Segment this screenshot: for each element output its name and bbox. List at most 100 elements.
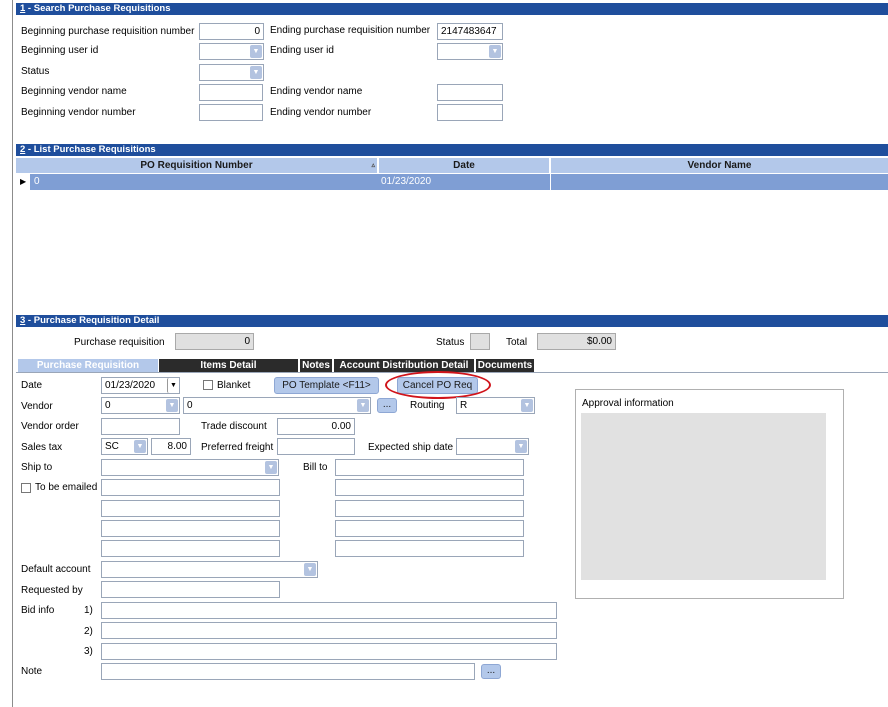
bill-to-line-5[interactable] [335,540,524,557]
preferred-freight-input[interactable] [277,438,355,455]
beginning-vendor-name-label: Beginning vendor name [21,86,127,97]
purchase-requisition-value: 0 [175,333,254,350]
ship-to-select[interactable]: ▼ [101,459,279,476]
blanket-checkbox[interactable] [203,380,213,390]
ending-user-id-select[interactable]: ▼ [437,43,503,60]
note-input[interactable] [101,663,475,680]
beginning-vendor-number-input[interactable] [199,104,263,121]
column-header-req-number[interactable]: PO Requisition Number ▵ [16,158,377,173]
beginning-vendor-name-input[interactable] [199,84,263,101]
requested-by-label: Requested by [21,585,83,596]
bid-info-2-input[interactable] [101,622,557,639]
tab-items-detail[interactable]: Items Detail [159,359,298,372]
bill-to-line-3[interactable] [335,500,524,517]
row-pointer-icon: ▶ [20,177,27,186]
chevron-down-icon[interactable]: ▼ [489,45,501,58]
beginning-req-number-input[interactable]: 0 [199,23,264,40]
expected-ship-date-picker[interactable]: ▼ [456,438,529,455]
vendor-order-input[interactable] [101,418,180,435]
bid-info-1-input[interactable] [101,602,557,619]
beginning-req-number-label: Beginning purchase requisition number [21,26,195,37]
status-detail-label: Status [436,337,465,348]
column-header-date[interactable]: Date [379,158,549,173]
chevron-down-icon[interactable]: ▼ [250,45,262,58]
list-section-header: 2 - List Purchase Requisitions [16,144,888,156]
blanket-label: Blanket [217,380,251,391]
bid-info-label: Bid info [21,605,55,616]
bill-to-line-1[interactable] [335,459,524,476]
ship-to-line-4[interactable] [101,540,280,557]
trade-discount-input[interactable]: 0.00 [277,418,355,435]
chevron-down-icon[interactable]: ▼ [166,399,178,412]
vendor-name-select[interactable]: 0 ▼ [183,397,371,414]
purchase-requisition-label: Purchase requisition [74,337,165,348]
expected-ship-date-label: Expected ship date [368,442,454,453]
ending-req-number-input[interactable]: 2147483647 [437,23,503,40]
table-row[interactable]: ▶ 0 01/23/2020 [16,174,888,190]
bid-info-3-input[interactable] [101,643,557,660]
chevron-down-icon[interactable]: ▼ [134,440,146,453]
cell-vendor-name [551,174,888,190]
approval-information-label: Approval information [582,398,674,409]
ending-vendor-number-input[interactable] [437,104,503,121]
chevron-down-icon[interactable]: ▼ [265,461,277,474]
column-header-vendor-name[interactable]: Vendor Name [551,158,888,173]
cell-date: 01/23/2020 [379,174,550,190]
sort-ascending-icon: ▵ [371,162,375,169]
ending-vendor-name-input[interactable] [437,84,503,101]
to-be-emailed-label: To be emailed [35,482,98,493]
ship-to-line-2[interactable] [101,500,280,517]
ship-to-line-1[interactable] [101,479,280,496]
approval-panel: Approval information [575,389,844,599]
beginning-vendor-number-label: Beginning vendor number [21,107,136,118]
to-be-emailed-checkbox[interactable] [21,483,31,493]
ship-to-line-3[interactable] [101,520,280,537]
routing-select[interactable]: R ▼ [456,397,535,414]
po-template-button[interactable]: PO Template <F11> [274,377,379,394]
vendor-select[interactable]: 0 ▼ [101,397,180,414]
tab-purchase-requisition[interactable]: Purchase Requisition [18,359,158,372]
ending-user-id-label: Ending user id [270,45,334,56]
total-label: Total [506,337,528,348]
beginning-user-id-label: Beginning user id [21,45,99,56]
note-lookup-button[interactable]: ... [481,664,501,679]
status-select[interactable]: ▼ [199,64,264,81]
bid-3-label: 3) [84,646,93,657]
sales-tax-label: Sales tax [21,442,63,453]
default-account-select[interactable]: ▼ [101,561,318,578]
date-picker[interactable]: 01/23/2020 ▼ [101,377,180,394]
beginning-user-id-select[interactable]: ▼ [199,43,264,60]
highlight-circle [385,371,491,399]
search-section-header: 1 - Search Purchase Requisitions [16,3,888,15]
left-border [12,0,13,707]
requested-by-input[interactable] [101,581,280,598]
status-detail-value [470,333,490,350]
ship-to-label: Ship to [21,462,53,473]
routing-label: Routing [410,400,445,411]
ending-vendor-number-label: Ending vendor number [270,107,372,118]
note-label: Note [21,666,43,677]
tab-documents[interactable]: Documents [476,359,534,372]
chevron-down-icon[interactable]: ▼ [515,440,527,453]
bill-to-line-4[interactable] [335,520,524,537]
chevron-down-icon[interactable]: ▼ [357,399,369,412]
sales-tax-rate-input[interactable]: 8.00 [151,438,191,455]
chevron-down-icon[interactable]: ▼ [304,563,316,576]
vendor-lookup-button[interactable]: ... [377,398,397,413]
bid-1-label: 1) [84,605,93,616]
ending-req-number-label: Ending purchase requisition number [270,25,431,36]
bill-to-line-2[interactable] [335,479,524,496]
chevron-down-icon[interactable]: ▼ [521,399,533,412]
ending-vendor-name-label: Ending vendor name [270,86,363,97]
date-label: Date [21,380,43,391]
trade-discount-label: Trade discount [201,421,267,432]
sales-tax-code-select[interactable]: SC ▼ [101,438,148,455]
tab-notes[interactable]: Notes [300,359,332,372]
bid-2-label: 2) [84,626,93,637]
cell-req-number: 0 [30,174,393,190]
tab-account-distribution[interactable]: Account Distribution Detail [334,359,474,372]
vendor-order-label: Vendor order [21,421,79,432]
calendar-dropdown-icon[interactable]: ▼ [167,378,179,393]
chevron-down-icon[interactable]: ▼ [250,66,262,79]
approval-information-box [581,413,826,580]
